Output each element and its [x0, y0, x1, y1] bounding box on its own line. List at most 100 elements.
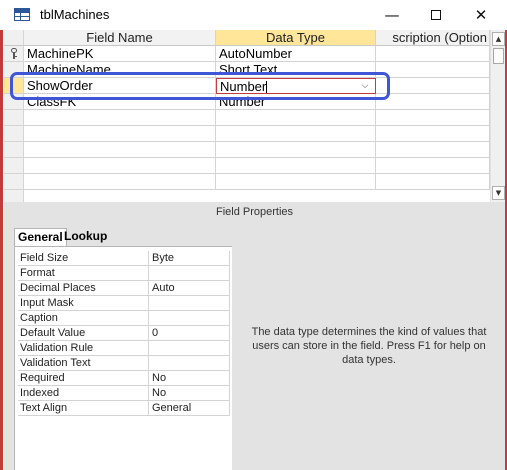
scroll-thumb[interactable]	[493, 48, 504, 64]
field-name-cell[interactable]	[24, 126, 216, 142]
field-properties-title: Field Properties	[215, 206, 294, 218]
description-cell[interactable]	[376, 46, 490, 62]
data-type-cell[interactable]	[216, 158, 376, 174]
help-text: The data type determines the kind of val…	[251, 326, 487, 366]
property-label: Input Mask	[18, 296, 149, 311]
tab-lookup[interactable]: Lookup	[61, 228, 110, 246]
property-value[interactable]	[149, 341, 230, 356]
property-label: Text Align	[18, 401, 149, 416]
property-row[interactable]: Default Value 0	[18, 326, 230, 341]
maximize-icon	[431, 9, 441, 20]
data-type-cell[interactable]: AutoNumber	[216, 46, 376, 62]
table-row[interactable]: MachineName Short Text	[4, 62, 490, 78]
property-label: Decimal Places	[18, 281, 149, 296]
row-selector-header[interactable]	[4, 30, 24, 46]
row-selector[interactable]	[4, 142, 24, 158]
title-bar: tblMachines — ✕	[0, 0, 507, 30]
tab-general[interactable]: General	[14, 228, 67, 247]
row-selector[interactable]	[4, 158, 24, 174]
description-cell[interactable]	[376, 94, 490, 110]
row-selector[interactable]	[4, 174, 24, 190]
field-name-cell[interactable]: MachineName	[24, 62, 216, 78]
description-cell[interactable]	[376, 126, 490, 142]
property-value[interactable]	[149, 356, 230, 371]
close-button[interactable]: ✕	[461, 0, 501, 30]
table-row-empty[interactable]	[4, 174, 490, 190]
column-header-data-type[interactable]: Data Type	[216, 30, 376, 46]
property-label: Format	[18, 266, 149, 281]
table-row-empty[interactable]	[4, 110, 490, 126]
property-label: Validation Text	[18, 356, 149, 371]
scroll-up-icon[interactable]: ▲	[492, 32, 505, 46]
property-value[interactable]	[149, 311, 230, 326]
field-name-cell[interactable]	[24, 174, 216, 190]
description-cell[interactable]	[376, 110, 490, 126]
field-name-cell[interactable]: ClassFK	[24, 94, 216, 110]
field-name-cell[interactable]: ShowOrder	[24, 78, 216, 94]
property-row[interactable]: Validation Rule	[18, 341, 230, 356]
row-selector[interactable]	[4, 94, 24, 110]
table-row-current[interactable]: ShowOrder Number ⌵	[4, 78, 490, 94]
property-row[interactable]: Input Mask	[18, 296, 230, 311]
description-cell[interactable]	[376, 158, 490, 174]
data-type-cell[interactable]: Short Text	[216, 62, 376, 78]
description-cell[interactable]	[376, 174, 490, 190]
property-value[interactable]: Byte	[149, 251, 230, 266]
field-name-cell[interactable]	[24, 110, 216, 126]
minimize-button[interactable]: —	[372, 0, 412, 30]
property-value[interactable]	[149, 266, 230, 281]
chevron-down-icon[interactable]: ⌵	[357, 79, 373, 93]
property-sheet: Field Size Byte Format Decimal Places Auto…	[14, 246, 232, 470]
data-type-cell[interactable]	[216, 126, 376, 142]
property-value[interactable]: 0	[149, 326, 230, 341]
vertical-scrollbar[interactable]: ▲ ▼	[490, 30, 505, 202]
column-header-description[interactable]: scription (Option	[376, 30, 490, 46]
property-row[interactable]: Format	[18, 266, 230, 281]
data-type-cell[interactable]	[216, 142, 376, 158]
property-row[interactable]: Indexed No	[18, 386, 230, 401]
field-name-cell[interactable]	[24, 158, 216, 174]
table-row-empty[interactable]	[4, 126, 490, 142]
close-icon: ✕	[474, 6, 488, 24]
property-row[interactable]: Caption	[18, 311, 230, 326]
property-value[interactable]: Auto	[149, 281, 230, 296]
design-grid: Field Name Data Type scription (Option M…	[4, 30, 505, 202]
maximize-button[interactable]	[416, 0, 456, 30]
description-cell[interactable]	[376, 62, 490, 78]
description-cell[interactable]	[376, 78, 490, 94]
text-caret	[266, 80, 268, 93]
data-type-cell[interactable]: Number	[216, 94, 376, 110]
row-selector[interactable]	[4, 110, 24, 126]
minimize-icon: —	[384, 6, 400, 24]
row-selector[interactable]	[4, 62, 24, 78]
property-row[interactable]: Validation Text	[18, 356, 230, 371]
data-type-combobox[interactable]: Number ⌵	[216, 78, 376, 94]
data-type-cell[interactable]	[216, 110, 376, 126]
row-selector[interactable]	[4, 126, 24, 142]
field-name-cell[interactable]: MachinePK	[24, 46, 216, 62]
description-cell[interactable]	[376, 142, 490, 158]
property-value[interactable]: General	[149, 401, 230, 416]
table-row[interactable]: MachinePK AutoNumber	[4, 46, 490, 62]
table-row[interactable]: ClassFK Number	[4, 94, 490, 110]
property-value[interactable]	[149, 296, 230, 311]
row-selector[interactable]	[4, 46, 24, 62]
row-selector-current[interactable]	[4, 78, 24, 94]
data-type-cell[interactable]	[216, 174, 376, 190]
table-row-empty[interactable]	[4, 158, 490, 174]
property-label: Indexed	[18, 386, 149, 401]
data-type-value: Number	[220, 79, 267, 94]
table-row-empty[interactable]	[4, 142, 490, 158]
property-value[interactable]: No	[149, 371, 230, 386]
primary-key-icon	[10, 48, 18, 60]
field-name-cell[interactable]	[24, 142, 216, 158]
column-header-field-name[interactable]: Field Name	[24, 30, 216, 46]
window-frame-left	[0, 30, 3, 470]
field-properties-pane: Field Properties General Lookup Field Si…	[4, 202, 505, 470]
property-row[interactable]: Text Align General	[18, 401, 230, 416]
property-value[interactable]: No	[149, 386, 230, 401]
property-row[interactable]: Field Size Byte	[18, 251, 230, 266]
scroll-down-icon[interactable]: ▼	[492, 186, 505, 200]
property-row[interactable]: Required No	[18, 371, 230, 386]
property-row[interactable]: Decimal Places Auto	[18, 281, 230, 296]
